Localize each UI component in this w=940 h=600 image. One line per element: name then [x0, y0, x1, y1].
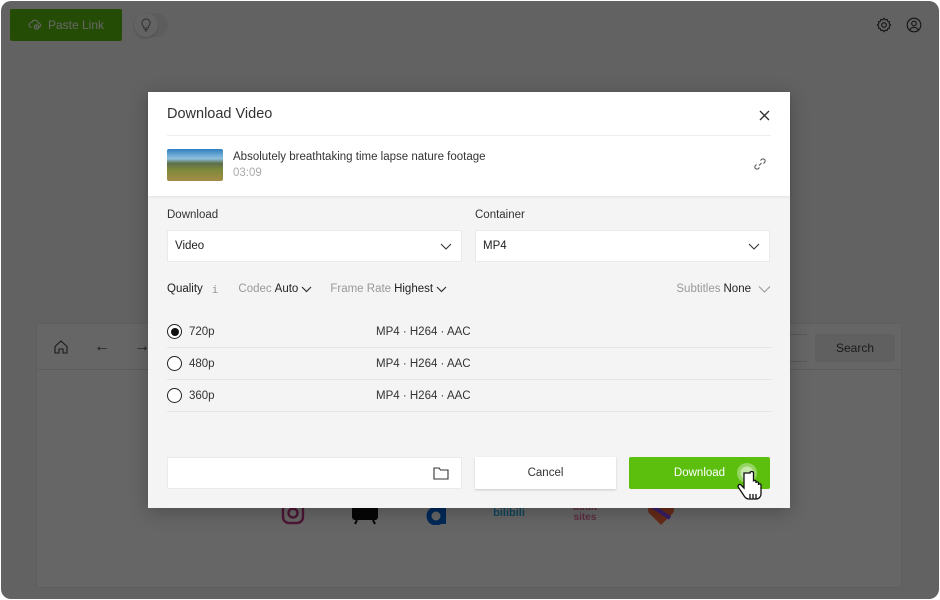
- header-divider: [167, 135, 771, 136]
- container-value: MP4: [483, 240, 507, 252]
- download-type-value: Video: [175, 240, 205, 252]
- folder-icon[interactable]: [433, 466, 449, 480]
- radio-unselected[interactable]: [167, 356, 182, 371]
- codec-label: Codec: [238, 283, 272, 295]
- chevron-down-icon: [748, 243, 760, 250]
- radio-unselected[interactable]: [167, 388, 182, 403]
- container-label: Container: [475, 209, 525, 221]
- chevron-down-icon: [440, 243, 452, 250]
- frame-rate-dropdown[interactable]: Frame Rate Highest: [330, 283, 447, 295]
- codec-dropdown[interactable]: Codec Auto: [238, 283, 312, 295]
- cancel-button[interactable]: Cancel: [475, 457, 616, 489]
- subtitles-value: None: [723, 283, 752, 295]
- link-icon[interactable]: [752, 156, 768, 172]
- video-title: Absolutely breathtaking time lapse natur…: [233, 151, 486, 163]
- quality-option-360p[interactable]: 360p MP4 · H264 · AAC: [167, 380, 771, 412]
- quality-option-720p[interactable]: 720p MP4 · H264 · AAC: [167, 316, 771, 348]
- codec-value: Auto: [274, 283, 299, 295]
- dialog-title: Download Video: [167, 106, 273, 122]
- dialog-header: Download Video Absolutely breathtaking t…: [148, 92, 790, 196]
- format-options-row: Quality i Codec Auto Frame Rate Highest …: [167, 280, 771, 298]
- video-duration: 03:09: [233, 167, 262, 179]
- quality-option-480p[interactable]: 480p MP4 · H264 · AAC: [167, 348, 771, 380]
- chevron-down-icon: [436, 286, 447, 293]
- radio-selected[interactable]: [167, 324, 182, 339]
- quality-resolution: 360p: [189, 389, 215, 402]
- subtitles-label: Subtitles: [676, 283, 721, 295]
- download-type-label: Download: [167, 209, 219, 221]
- quality-resolution: 720p: [189, 325, 215, 338]
- video-thumbnail: [167, 149, 223, 181]
- frame-rate-label: Frame Rate: [330, 283, 392, 295]
- quality-format: MP4 · H264 · AAC: [376, 357, 471, 370]
- download-type-select[interactable]: Video: [167, 230, 462, 262]
- subtitles-dropdown[interactable]: Subtitles None: [676, 283, 771, 295]
- chevron-down-icon: [758, 286, 771, 293]
- container-select[interactable]: MP4: [475, 230, 770, 262]
- quality-format: MP4 · H264 · AAC: [376, 389, 471, 402]
- quality-resolution: 480p: [189, 357, 215, 370]
- quality-format: MP4 · H264 · AAC: [376, 325, 471, 338]
- close-icon[interactable]: [757, 108, 771, 122]
- chevron-down-icon: [301, 286, 312, 293]
- download-button[interactable]: Download: [629, 457, 770, 489]
- frame-rate-value: Highest: [394, 283, 434, 295]
- save-path-input[interactable]: [167, 457, 462, 489]
- info-icon[interactable]: i: [212, 283, 219, 296]
- download-video-dialog: Download Video Absolutely breathtaking t…: [148, 92, 790, 508]
- quality-label: Quality: [167, 283, 203, 295]
